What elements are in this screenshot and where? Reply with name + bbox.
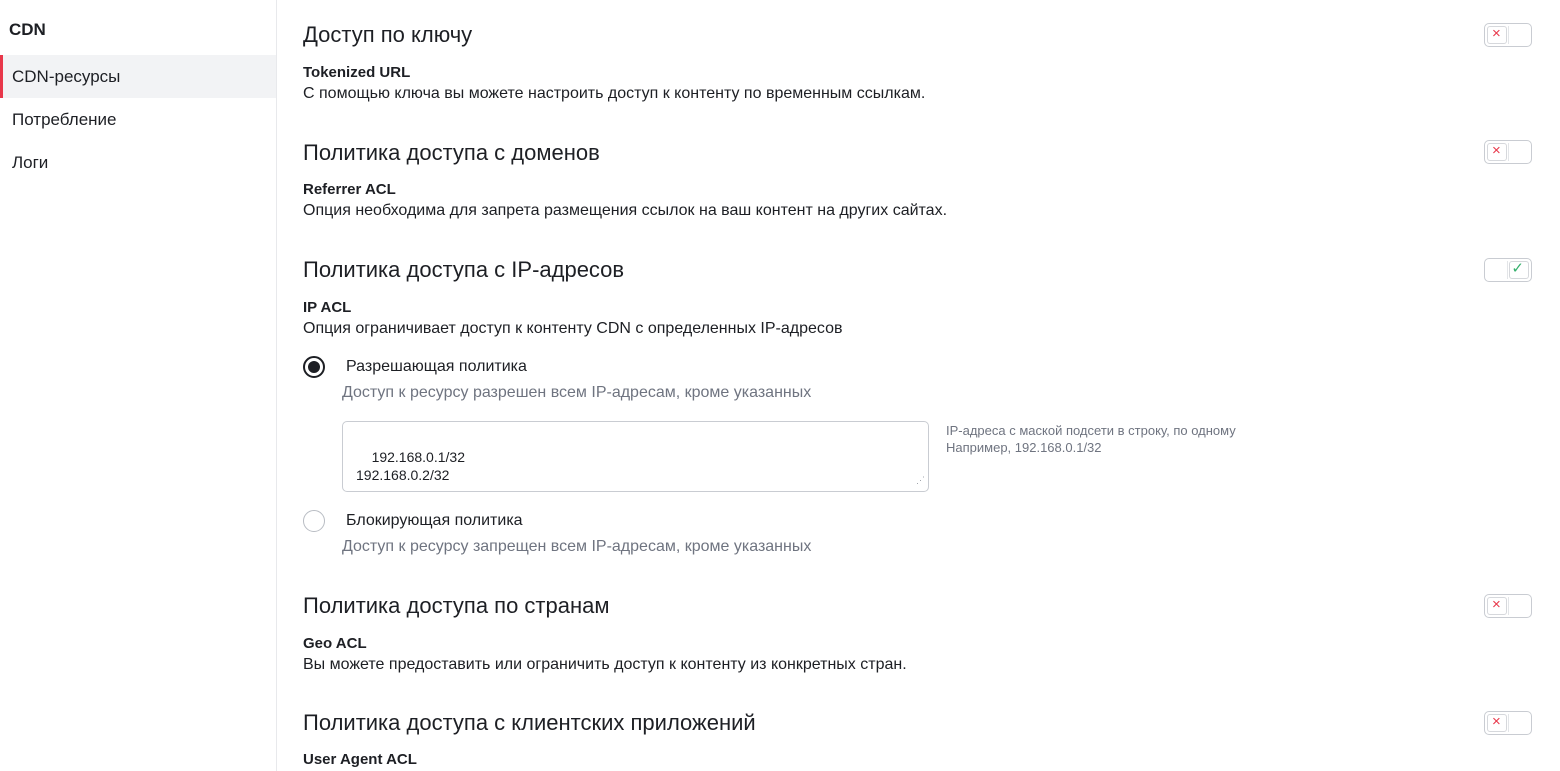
toggle-track [1508, 714, 1529, 732]
section-desc-geo: Вы можете предоставить или ограничить до… [303, 656, 907, 673]
resize-handle-icon[interactable]: ⋰ [916, 471, 925, 489]
section-desc-ip: Опция ограничивает доступ к контенту CDN… [303, 320, 843, 337]
radio-deny-label[interactable]: Блокирующая политика [346, 512, 523, 530]
radio-allow-label[interactable]: Разрешающая политика [346, 358, 527, 376]
ip-hint-line1: IP-адреса с маской подсети в строку, по … [946, 423, 1236, 438]
section-subtitle-referrer: Referrer ACL [303, 181, 396, 198]
toggle-ip[interactable]: ✓ [1484, 258, 1532, 282]
close-icon: × [1492, 713, 1501, 730]
toggle-token[interactable]: × [1484, 23, 1532, 47]
section-desc-token: С помощью ключа вы можете настроить дост… [303, 85, 926, 102]
sidebar-title: CDN [9, 20, 46, 39]
section-subtitle-geo: Geo ACL [303, 635, 367, 652]
toggle-track [1508, 143, 1529, 161]
toggle-geo[interactable]: × [1484, 594, 1532, 618]
toggle-track [1508, 597, 1529, 615]
toggle-ua[interactable]: × [1484, 711, 1532, 735]
main-content: Доступ по ключу × Tokenized URL С помощь… [303, 0, 1560, 771]
ip-list-textarea[interactable]: 192.168.0.1/32 192.168.0.2/32 ⋰ [342, 421, 929, 492]
section-desc-referrer: Опция необходима для запрета размещения … [303, 202, 948, 219]
close-icon: × [1492, 25, 1501, 42]
close-icon: × [1492, 596, 1501, 613]
section-title-referrer: Политика доступа с доменов [303, 140, 600, 165]
section-title-ua: Политика доступа с клиентских приложений [303, 710, 756, 735]
sidebar-item-cdn-resources[interactable]: CDN-ресурсы [0, 55, 276, 98]
toggle-track [1487, 261, 1508, 279]
close-icon: × [1492, 142, 1501, 159]
section-subtitle-token: Tokenized URL [303, 64, 411, 81]
section-subtitle-ip: IP ACL [303, 299, 352, 316]
sidebar-item-label: Потребление [12, 110, 117, 129]
section-title-geo: Политика доступа по странам [303, 593, 610, 618]
toggle-referrer[interactable]: × [1484, 140, 1532, 164]
radio-deny-desc: Доступ к ресурсу запрещен всем IP-адреса… [342, 538, 812, 555]
section-title-token: Доступ по ключу [303, 22, 473, 47]
sidebar-item-label: Логи [12, 153, 49, 172]
ip-list-value: 192.168.0.1/32 192.168.0.2/32 [356, 449, 465, 483]
radio-deny-policy[interactable] [303, 510, 325, 532]
radio-allow-desc: Доступ к ресурсу разрешен всем IP-адреса… [342, 384, 812, 401]
toggle-track [1508, 26, 1529, 44]
check-icon: ✓ [1511, 260, 1524, 277]
section-subtitle-ua: User Agent ACL [303, 751, 417, 768]
section-title-ip: Политика доступа с IP-адресов [303, 257, 625, 282]
sidebar-item-logs[interactable]: Логи [0, 141, 276, 184]
sidebar-item-consumption[interactable]: Потребление [0, 98, 276, 141]
sidebar-item-label: CDN-ресурсы [12, 67, 121, 86]
ip-hint-line2: Например, 192.168.0.1/32 [946, 440, 1102, 455]
radio-allow-policy[interactable] [303, 356, 325, 378]
sidebar: CDN CDN-ресурсы Потребление Логи [0, 0, 277, 771]
